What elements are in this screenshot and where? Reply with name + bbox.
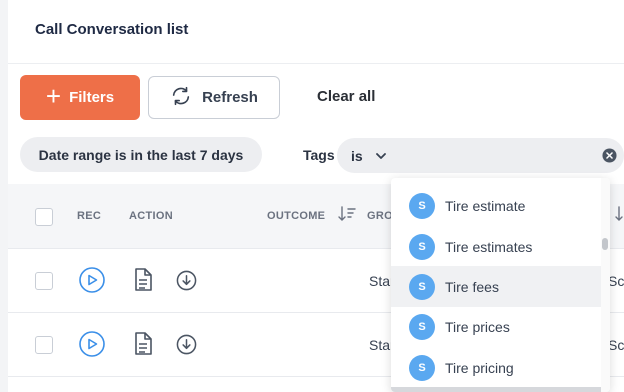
header-divider (8, 63, 624, 64)
column-header-group[interactable]: GRO (367, 210, 393, 222)
tag-option[interactable]: S Tire pricing (391, 347, 601, 388)
page-title: Call Conversation list (35, 21, 189, 38)
tag-option-label: Tire estimates (445, 239, 533, 255)
dropdown-scrollbar[interactable] (601, 178, 610, 392)
dropdown-scroll-thumb[interactable] (602, 238, 608, 250)
refresh-icon (170, 85, 192, 111)
play-icon[interactable] (79, 331, 105, 362)
tag-option[interactable]: S Tire estimate (391, 185, 601, 226)
tag-option-label: Tire estimate (445, 198, 526, 214)
tag-avatar: S (409, 193, 435, 219)
refresh-button-label: Refresh (202, 89, 258, 106)
document-icon[interactable] (133, 268, 153, 297)
sort-icon[interactable] (338, 206, 356, 227)
tag-option-label: Tire prices (445, 319, 510, 335)
plus-icon: + (45, 81, 62, 111)
tag-option[interactable]: S Tire fees (391, 266, 601, 307)
download-icon[interactable] (176, 334, 197, 360)
column-header-outcome[interactable]: OUTCOME (267, 210, 325, 222)
column-header-rec[interactable]: REC (77, 210, 101, 222)
dropdown-horizontal-scrollbar[interactable] (391, 387, 601, 392)
tag-avatar: S (409, 234, 435, 260)
column-header-action[interactable]: ACTION (129, 210, 173, 222)
tag-option[interactable]: S Tire estimates (391, 226, 601, 267)
download-icon[interactable] (176, 270, 197, 296)
tag-avatar: S (409, 314, 435, 340)
tag-option-label: Tire fees (445, 279, 499, 295)
clear-icon[interactable] (602, 148, 617, 168)
date-range-chip-label: Date range is in the last 7 days (38, 146, 244, 163)
play-icon[interactable] (79, 267, 105, 298)
filters-button[interactable]: + Filters (20, 75, 140, 120)
tag-avatar: S (409, 274, 435, 300)
row-checkbox[interactable] (35, 272, 53, 290)
row-checkbox[interactable] (35, 336, 53, 354)
row-cell-clipped: Sc (608, 273, 624, 289)
tags-label: Tags (303, 147, 335, 163)
tags-dropdown[interactable]: S Tire estimate S Tire estimates S Tire … (391, 178, 610, 392)
tags-operator: is (351, 148, 363, 164)
chevron-down-icon[interactable] (375, 149, 387, 167)
row-cell-clipped: Sc (608, 337, 624, 353)
tag-option-label: Tire pricing (445, 360, 514, 376)
filters-button-label: Filters (69, 89, 115, 106)
date-range-chip[interactable]: Date range is in the last 7 days (20, 137, 262, 172)
clear-all-link[interactable]: Clear all (317, 88, 375, 105)
document-icon[interactable] (133, 332, 153, 361)
refresh-button[interactable]: Refresh (148, 76, 280, 119)
sort-icon[interactable] (614, 206, 624, 227)
select-all-checkbox[interactable] (35, 208, 53, 226)
tag-avatar: S (409, 355, 435, 381)
tags-select[interactable]: is (337, 138, 624, 173)
tag-option[interactable]: S Tire prices (391, 306, 601, 347)
